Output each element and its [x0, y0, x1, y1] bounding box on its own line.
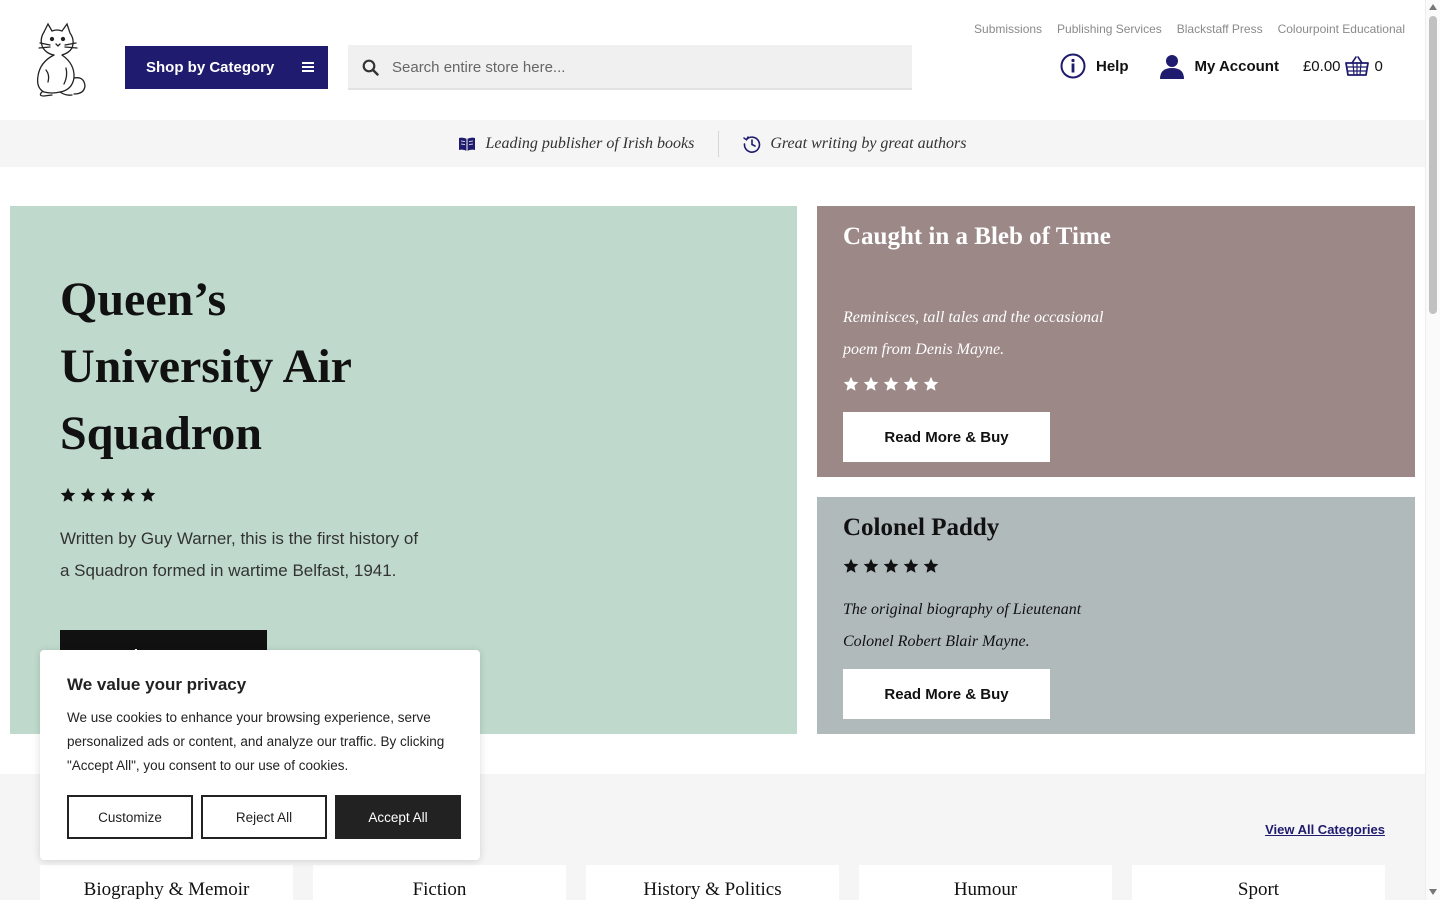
card-rating [843, 558, 939, 574]
cookie-body: We use cookies to enhance your browsing … [67, 710, 445, 773]
hero-rating [60, 487, 156, 503]
cookie-consent-banner: We value your privacy We use cookies to … [40, 650, 480, 860]
my-account-link[interactable]: My Account [1159, 53, 1279, 79]
star-icon [140, 487, 156, 502]
cookie-buttons: Customize Reject All Accept All [67, 795, 461, 839]
card-title: Caught in a Bleb of Time [843, 223, 1111, 250]
promo-text-authors: Great writing by great authors [770, 134, 967, 152]
feature-card-colonel-paddy[interactable]: Colonel Paddy The original biography of … [817, 497, 1415, 734]
search-icon[interactable] [362, 59, 379, 76]
star-icon [903, 376, 919, 391]
star-icon [100, 487, 116, 502]
star-icon [60, 487, 76, 502]
card-read-more-button[interactable]: Read More & Buy [843, 669, 1050, 719]
cat-logo-icon[interactable] [22, 20, 92, 98]
promo-strip: Leading publisher of Irish books Great w… [0, 120, 1425, 167]
top-link-blackstaff-press[interactable]: Blackstaff Press [1177, 22, 1263, 36]
star-icon [923, 376, 939, 391]
hero-title: Queen’s University Air Squadron [60, 273, 352, 460]
history-clock-icon [743, 135, 761, 153]
top-link-submissions[interactable]: Submissions [974, 22, 1042, 36]
search-bar [348, 45, 912, 90]
help-label: Help [1096, 57, 1129, 75]
star-icon [863, 376, 879, 391]
category-tile-sport[interactable]: Sport [1132, 865, 1385, 900]
cart-count: 0 [1374, 57, 1383, 75]
help-link[interactable]: Help [1060, 53, 1129, 79]
star-icon [120, 487, 136, 502]
promo-divider [718, 130, 720, 157]
cart-link[interactable]: £0.00 0 [1303, 55, 1383, 77]
star-icon [863, 558, 879, 573]
promo-text-publisher: Leading publisher of Irish books [485, 134, 695, 152]
star-icon [883, 376, 899, 391]
my-account-label: My Account [1194, 57, 1279, 75]
hero-description: Written by Guy Warner, this is the first… [60, 529, 419, 580]
category-tile-humour[interactable]: Humour [859, 865, 1112, 900]
top-link-publishing-services[interactable]: Publishing Services [1057, 22, 1162, 36]
basket-icon [1344, 56, 1369, 76]
star-icon [843, 558, 859, 573]
card-read-more-button[interactable]: Read More & Buy [843, 412, 1050, 462]
star-icon [903, 558, 919, 573]
shop-by-category-label: Shop by Category [146, 59, 275, 76]
feature-card-bleb-of-time[interactable]: Caught in a Bleb of Time Reminisces, tal… [817, 206, 1415, 477]
shop-by-category-button[interactable]: Shop by Category [125, 46, 328, 89]
info-icon [1060, 53, 1086, 79]
view-all-categories-link[interactable]: View All Categories [1265, 822, 1385, 837]
top-links: Submissions Publishing Services Blacksta… [974, 22, 1405, 36]
open-book-icon [459, 137, 476, 151]
star-icon [843, 376, 859, 391]
star-icon [883, 558, 899, 573]
card-description: Reminisces, tall tales and the occasiona… [843, 309, 1104, 358]
category-tile-history-politics[interactable]: History & Politics [586, 865, 839, 900]
cart-total: £0.00 [1302, 57, 1341, 75]
card-title: Colonel Paddy [843, 514, 1000, 541]
promo-item-publisher: Leading publisher of Irish books [458, 135, 694, 153]
card-rating [843, 376, 939, 392]
cookie-title: We value your privacy [67, 675, 247, 694]
card-description: The original biography of Lieutenant Col… [843, 601, 1082, 650]
reject-all-button[interactable]: Reject All [201, 795, 327, 839]
hamburger-menu-icon [302, 62, 314, 72]
category-tile-fiction[interactable]: Fiction [313, 865, 566, 900]
promo-item-authors: Great writing by great authors [743, 134, 967, 153]
user-icon [1159, 55, 1184, 79]
star-icon [923, 558, 939, 573]
accept-all-button[interactable]: Accept All [335, 795, 461, 839]
account-bar: Help My Account £0.00 0 [1060, 53, 1383, 79]
customize-button[interactable]: Customize [67, 795, 193, 839]
scroll-down-arrow-icon[interactable] [1429, 889, 1437, 895]
site-header: Shop by Category Submissions Publishing … [0, 0, 1425, 120]
page-scrollbar[interactable] [1425, 0, 1440, 900]
scrollbar-thumb[interactable] [1429, 16, 1437, 314]
search-input[interactable] [392, 53, 892, 81]
category-tiles: Biography & Memoir Fiction History & Pol… [40, 865, 1385, 900]
top-link-colourpoint-educational[interactable]: Colourpoint Educational [1278, 22, 1405, 36]
category-tile-biography-memoir[interactable]: Biography & Memoir [40, 865, 293, 900]
scroll-up-arrow-icon[interactable] [1429, 4, 1437, 10]
star-icon [80, 487, 96, 502]
